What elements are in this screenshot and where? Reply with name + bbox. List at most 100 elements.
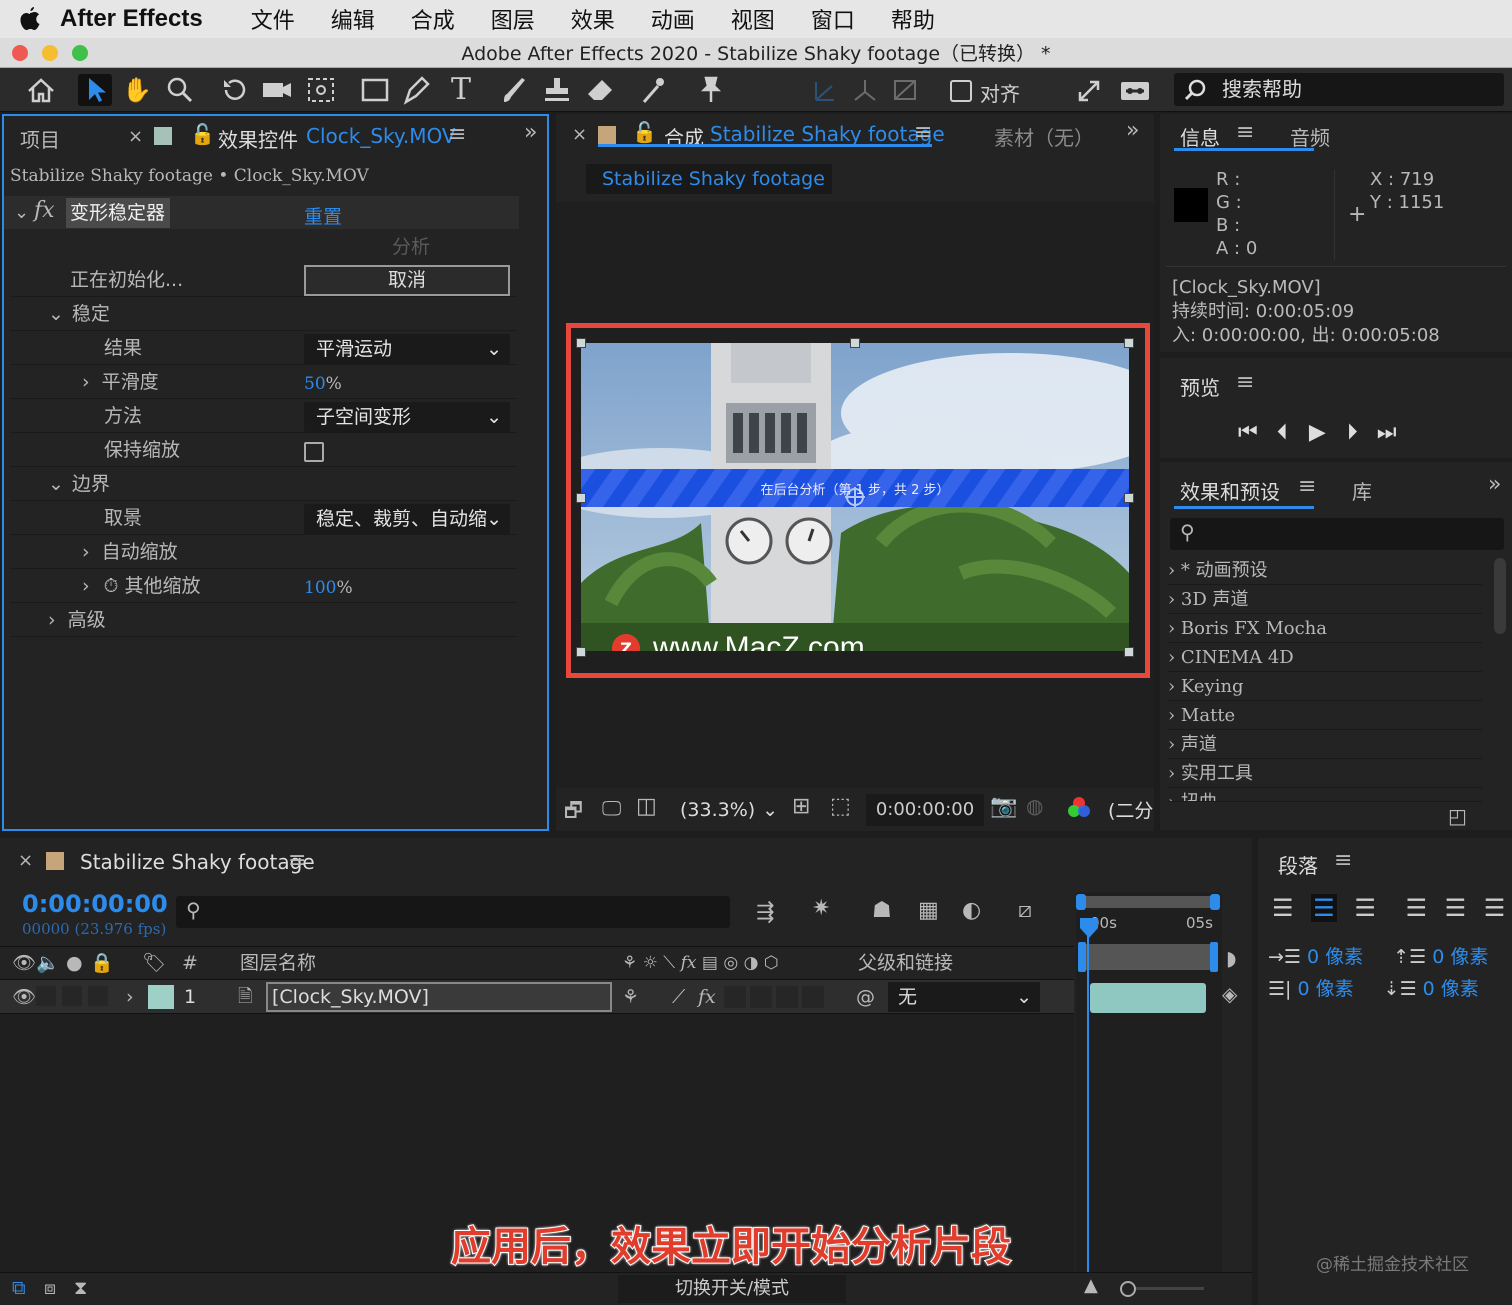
axis-world-icon[interactable] [848, 74, 882, 106]
close-tab-icon[interactable]: × [128, 126, 143, 147]
pen-tool-icon[interactable] [400, 74, 434, 106]
first-frame-icon[interactable]: ⏮ [1238, 420, 1258, 445]
fx-icon[interactable]: fx [34, 198, 55, 223]
analyze-button[interactable]: 分析 [304, 232, 518, 262]
menu-help[interactable]: 帮助 [891, 3, 935, 35]
close-tab-icon[interactable]: × [18, 850, 33, 871]
tab-footage[interactable]: 素材（无） [994, 122, 1094, 151]
pan-behind-tool-icon[interactable] [304, 74, 338, 106]
lock-icon[interactable]: 🔒 [90, 947, 114, 979]
panel-menu-icon[interactable]: ≡ [1334, 848, 1352, 873]
expand-arrows-icon[interactable] [1072, 74, 1106, 106]
axis-view-icon[interactable] [888, 74, 922, 106]
panel-overflow-icon[interactable]: » [1126, 118, 1139, 143]
layer-search-input[interactable]: ⚲ [176, 896, 730, 928]
new-folder-icon[interactable]: ◰ [1448, 804, 1467, 828]
always-preview-icon[interactable]: 🗗 [564, 796, 583, 830]
menu-composition[interactable]: 合成 [411, 3, 455, 35]
puppet-pin-tool-icon[interactable] [692, 74, 726, 106]
show-snapshot-icon[interactable]: ◍ [1026, 794, 1043, 818]
keyframe-nav-icon[interactable]: ◈ [1222, 982, 1237, 1006]
preset-item[interactable]: › * 动画预设 [1168, 556, 1482, 585]
preset-item[interactable]: › Matte [1168, 701, 1482, 730]
collapse-chevron-icon[interactable]: ⌄ [14, 202, 29, 223]
smoothness-value[interactable]: 50% [304, 374, 342, 394]
zoom-out-icon[interactable]: ▲ [1084, 1275, 1098, 1296]
work-area-bar[interactable] [1080, 944, 1218, 970]
close-window-button[interactable] [12, 45, 28, 61]
region-of-interest-icon[interactable]: ⬚ [830, 794, 851, 819]
visibility-icon[interactable]: 👁 [12, 947, 36, 979]
draft-3d-icon[interactable]: ✷ [812, 896, 830, 921]
preserve-scale-checkbox[interactable] [304, 442, 324, 462]
shy-layers-icon[interactable]: ☗ [872, 898, 892, 923]
panel-menu-icon[interactable]: ≡ [448, 122, 466, 147]
composition-name-tab[interactable]: Stabilize Shaky footage [710, 122, 945, 146]
tab-info[interactable]: 信息 [1180, 122, 1220, 151]
work-area-end-handle[interactable] [1210, 942, 1218, 972]
current-time-display[interactable]: 0:00:00:00 [866, 794, 984, 826]
brush-tool-icon[interactable] [498, 74, 532, 106]
effects-search-input[interactable]: ⚲ [1170, 518, 1504, 550]
preset-item[interactable]: › CINEMA 4D [1168, 643, 1482, 672]
panel-overflow-icon[interactable]: » [1488, 472, 1501, 497]
layer-duration-bar[interactable] [1090, 983, 1206, 1013]
expand-chevron-icon[interactable]: › [10, 371, 90, 393]
navigator-start-handle[interactable] [1076, 894, 1086, 910]
in-out-panes-icon[interactable]: ⧗ [74, 1277, 87, 1299]
transform-handle[interactable] [1124, 493, 1134, 503]
indent-left-value[interactable]: 0 像素 [1307, 946, 1363, 968]
home-icon[interactable] [24, 74, 58, 106]
comment-marker-icon[interactable]: ◗ [1226, 946, 1237, 970]
preset-item[interactable]: › Boris FX Mocha [1168, 614, 1482, 643]
timeline-comp-tab[interactable]: Stabilize Shaky footage [80, 850, 315, 874]
zoom-window-button[interactable] [72, 45, 88, 61]
expand-chevron-icon[interactable]: ⌄ [10, 303, 64, 325]
transform-handle[interactable] [1124, 338, 1134, 348]
layer-label-color[interactable] [148, 985, 174, 1009]
app-name[interactable]: After Effects [60, 5, 203, 33]
solo-toggle[interactable] [62, 986, 82, 1006]
lock-icon[interactable]: 🔓 [190, 122, 215, 146]
frame-blending-icon[interactable]: ▦ [918, 898, 939, 923]
indent-first-line-value[interactable]: 0 像素 [1297, 978, 1353, 1000]
shy-switch-icon[interactable]: ⚘ [622, 980, 639, 1014]
panel-menu-icon[interactable]: ≡ [1298, 474, 1316, 499]
camera-tool-icon[interactable] [260, 74, 294, 106]
cancel-button[interactable]: 取消 [304, 265, 510, 296]
layer-name-field[interactable]: [Clock_Sky.MOV] [266, 982, 612, 1012]
tab-effect-controls[interactable]: 效果控件 [218, 124, 298, 153]
expand-chevron-icon[interactable]: › [10, 541, 90, 563]
layer-row[interactable]: 👁 › 1 🗎 [Clock_Sky.MOV] ⚘ ⟋ fx @ 无 ⌄ [0, 980, 1074, 1014]
preset-item[interactable]: › Keying [1168, 672, 1482, 701]
space-after-value[interactable]: 0 像素 [1423, 978, 1479, 1000]
tab-audio[interactable]: 音频 [1290, 122, 1330, 151]
menu-effect[interactable]: 效果 [571, 3, 615, 35]
pick-whip-icon[interactable]: @ [856, 980, 875, 1014]
transform-handle[interactable] [576, 493, 586, 503]
menu-layer[interactable]: 图层 [491, 3, 535, 35]
navigator-end-handle[interactable] [1210, 894, 1220, 910]
lock-toggle[interactable] [88, 986, 108, 1006]
visibility-icon[interactable]: 👁 [12, 980, 36, 1014]
panel-menu-icon[interactable]: ≡ [1236, 370, 1254, 395]
next-frame-icon[interactable]: ⏵ [1347, 420, 1358, 445]
last-frame-icon[interactable]: ⏭ [1377, 420, 1397, 445]
search-help-input[interactable]: 搜索帮助 [1174, 73, 1504, 106]
scrollbar-thumb[interactable] [1494, 558, 1506, 634]
apple-icon[interactable] [0, 6, 60, 32]
audio-icon[interactable]: 🔈 [36, 947, 60, 979]
color-channels-icon[interactable] [1066, 794, 1092, 822]
transform-handle[interactable] [850, 338, 860, 348]
method-dropdown[interactable]: 子空间变形 ⌄ [304, 402, 510, 432]
label-tag-icon[interactable]: 🏷 [142, 947, 166, 979]
fx-switch-icon[interactable]: fx [698, 980, 716, 1014]
borders-group-row[interactable]: ⌄ 边界 [10, 468, 517, 501]
zoom-dropdown[interactable]: (33.3%) ⌄ [672, 794, 782, 826]
layer-switches-icon[interactable]: ⧉ [12, 1277, 26, 1299]
monitor-icon[interactable]: 🖵 [602, 796, 621, 820]
rotation-tool-icon[interactable] [218, 74, 252, 106]
composition-navigator-button[interactable]: Stabilize Shaky footage [586, 164, 832, 194]
transform-handle[interactable] [576, 338, 586, 348]
transform-handle[interactable] [576, 647, 586, 657]
